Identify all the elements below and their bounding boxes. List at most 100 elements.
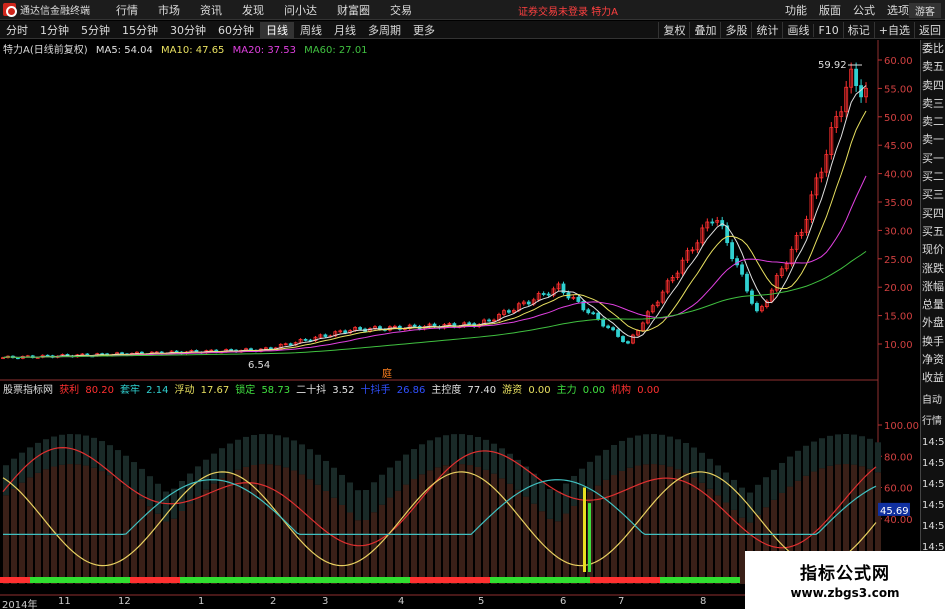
price-tick-label-6: 30.00 xyxy=(884,226,913,237)
side-item-11[interactable]: 现价 xyxy=(921,241,945,259)
menu-item-market[interactable]: 市场 xyxy=(148,2,190,18)
stats-button[interactable]: 统计 xyxy=(751,22,782,38)
marker-label: 庭 xyxy=(382,367,392,380)
side-item-1[interactable]: 卖五 xyxy=(921,58,945,76)
sub-item-3: 锁定 58.73 xyxy=(235,385,291,396)
draw-button[interactable]: 画线 xyxy=(782,22,813,38)
side-item-9[interactable]: 买四 xyxy=(921,205,945,223)
side-item-8[interactable]: 买三 xyxy=(921,186,945,204)
sub-item-1: 套牢 2.14 xyxy=(120,385,169,396)
add-watchlist-button[interactable]: +自选 xyxy=(873,22,914,38)
side-item-16[interactable]: 换手 xyxy=(921,333,945,351)
app-logo: 通达信金融终端 xyxy=(0,2,106,17)
side-time-4[interactable]: 14:5 xyxy=(921,474,945,495)
menu-item-trade[interactable]: 交易 xyxy=(380,2,422,18)
sub-item-8: 主力 0.00 xyxy=(556,385,606,396)
side-time-3[interactable]: 14:5 xyxy=(921,453,945,474)
period-15min[interactable]: 15分钟 xyxy=(116,22,164,38)
candle-body xyxy=(174,350,179,353)
guest-button[interactable]: 游客 xyxy=(909,3,941,18)
chart-canvas[interactable]: 60.00 55.00 50.00 45.00 40.00 35.00 30.00 25.00… xyxy=(0,40,945,609)
sub-bar xyxy=(411,479,417,584)
sub-item-2: 浮动 17.67 xyxy=(174,385,230,396)
menu-item-function[interactable]: 功能 xyxy=(779,2,813,18)
side-item-5[interactable]: 卖一 xyxy=(921,131,945,149)
side-item-15[interactable]: 外盘 xyxy=(921,314,945,332)
menu-item-layout[interactable]: 版面 xyxy=(813,2,847,18)
side-item-4[interactable]: 卖二 xyxy=(921,113,945,131)
sub-bar-top xyxy=(403,454,409,485)
side-item-12[interactable]: 涨跌 xyxy=(921,260,945,278)
app-title: 通达信金融终端 xyxy=(20,6,90,17)
side-item-3[interactable]: 卖三 xyxy=(921,95,945,113)
period-intraday[interactable]: 分时 xyxy=(0,22,34,38)
side-time-5[interactable]: 14:5 xyxy=(921,495,945,516)
multi-stock-button[interactable]: 多股 xyxy=(720,22,751,38)
sub-bar-top xyxy=(531,473,537,504)
chart-area[interactable]: 60.00 55.00 50.00 45.00 40.00 35.00 30.00 25.00… xyxy=(0,40,945,609)
sub-bar-top xyxy=(115,450,121,481)
back-button[interactable]: 返回 xyxy=(914,22,945,38)
sub-bar xyxy=(323,490,329,584)
sub-bar-top xyxy=(595,455,601,486)
sub-bar xyxy=(339,504,345,584)
candle-body xyxy=(740,264,744,275)
sub-bar xyxy=(83,465,89,584)
price-tick-label-5: 35.00 xyxy=(884,198,913,209)
period-60min[interactable]: 60分钟 xyxy=(212,22,260,38)
price-tick-label-10: 10.00 xyxy=(884,340,913,351)
menu-item-ask[interactable]: 问小达 xyxy=(274,2,327,18)
period-weekly[interactable]: 周线 xyxy=(294,22,328,38)
adjust-button[interactable]: 复权 xyxy=(658,22,689,38)
period-monthly[interactable]: 月线 xyxy=(328,22,362,38)
mark-button[interactable]: 标记 xyxy=(842,22,874,38)
sub-bar-top xyxy=(51,436,57,467)
sub-bar-top xyxy=(283,437,289,468)
sub-bar xyxy=(11,488,17,584)
sub-bar xyxy=(531,503,537,584)
sub-bar-top xyxy=(131,462,137,493)
menu-item-discover[interactable]: 发现 xyxy=(232,2,274,18)
sub-bar xyxy=(595,485,601,584)
sub-bar xyxy=(347,512,353,584)
side-time-6[interactable]: 14:5 xyxy=(921,516,945,537)
f10-button[interactable]: F10 xyxy=(813,23,842,37)
sub-bar-top xyxy=(651,434,657,465)
side-item-17[interactable]: 净资 xyxy=(921,351,945,369)
side-time-0[interactable]: 自动 xyxy=(921,390,945,411)
side-time-2[interactable]: 14:5 xyxy=(921,432,945,453)
sub-bar xyxy=(267,464,273,584)
sub-item-4: 二十抖 3.52 xyxy=(296,385,355,396)
side-item-2[interactable]: 卖四 xyxy=(921,77,945,95)
overlay-button[interactable]: 叠加 xyxy=(689,22,720,38)
sub-bar xyxy=(523,496,529,584)
menu-item-wealth[interactable]: 财富圈 xyxy=(327,2,380,18)
menu-item-formula[interactable]: 公式 xyxy=(847,2,881,18)
side-item-18[interactable]: 收益 xyxy=(921,369,945,387)
period-30min[interactable]: 30分钟 xyxy=(164,22,212,38)
side-item-14[interactable]: 总量 xyxy=(921,296,945,314)
side-item-10[interactable]: 买五 xyxy=(921,223,945,241)
login-warning[interactable]: 证券交易未登录 特力A xyxy=(518,3,618,18)
period-more[interactable]: 更多 xyxy=(407,22,441,38)
sub-bar-top xyxy=(91,437,97,468)
sub-item-9: 机构 0.00 xyxy=(611,385,660,396)
side-item-6[interactable]: 买一 xyxy=(921,150,945,168)
date-label-5: 3 xyxy=(322,596,329,607)
menu-item-quotes[interactable]: 行情 xyxy=(106,2,148,18)
period-1min[interactable]: 1分钟 xyxy=(34,22,75,38)
candle-body xyxy=(541,293,546,295)
sub-bar xyxy=(91,467,97,584)
period-daily[interactable]: 日线 xyxy=(260,21,294,38)
period-5min[interactable]: 5分钟 xyxy=(75,22,116,38)
sub-bar xyxy=(299,474,305,584)
side-item-0[interactable]: 委比 xyxy=(921,40,945,58)
side-time-1[interactable]: 行情 xyxy=(921,411,945,432)
menu-item-news[interactable]: 资讯 xyxy=(190,2,232,18)
sub-bar xyxy=(43,469,49,584)
period-multi[interactable]: 多周期 xyxy=(362,22,407,38)
sub-bar-top xyxy=(843,434,849,465)
side-item-7[interactable]: 买二 xyxy=(921,168,945,186)
side-item-13[interactable]: 涨幅 xyxy=(921,278,945,296)
date-label-7: 5 xyxy=(478,596,485,607)
